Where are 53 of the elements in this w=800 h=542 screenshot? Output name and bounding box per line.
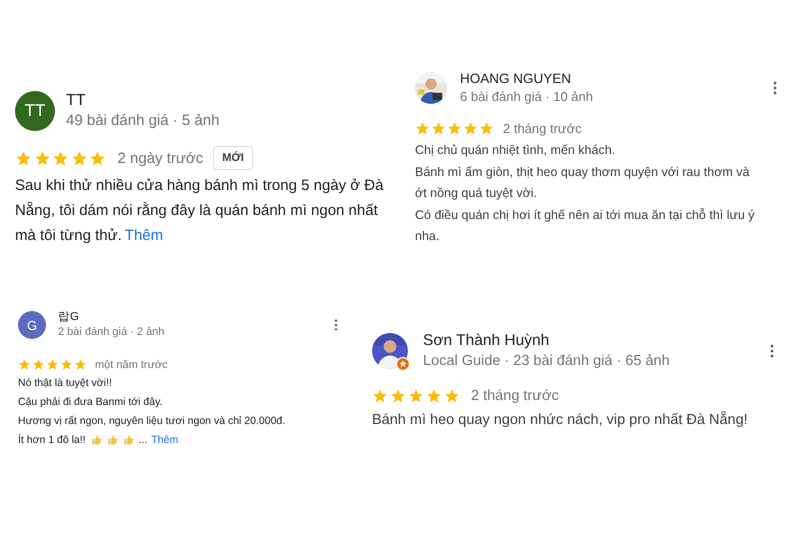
star-icon [34,150,50,166]
thumbs-up-icon [90,434,102,445]
avatar: G [18,311,46,339]
star-icon [32,358,45,371]
star-icon [415,121,430,136]
star-icon [479,121,494,136]
star-icon [463,121,478,136]
star-icon [74,358,87,371]
more-link[interactable]: Thêm [124,227,164,244]
review-text: Ít hơn 1 đô la!! [18,434,86,446]
reviewer-name[interactable]: HOANG NGUYEN [460,70,773,88]
review-date: 2 tháng trước [471,388,559,404]
star-icon [444,388,460,404]
review-text: Cậu phải đi đưa Banmi tới đây. [18,396,162,408]
more-link[interactable]: Thêm [151,434,178,446]
reviewer-stats: 6 bài đánh giá · 10 ảnh [460,88,594,106]
review-text: Sau khi thử nhiều cửa hàng bánh mì trong 5 ngày ở Đà Nẵng, tôi dám nói rằng đây là quán bánh mì ngon nhất mà tôi từng thử. Thêm [15,176,384,246]
review-text: Chị chủ quán nhiệt tình, mến khách. [415,142,616,159]
star-icon [52,150,69,166]
star-icon [390,388,406,404]
avatar: TT [15,90,55,130]
reviewer-stats: 49 bài đánh giá · 5 ảnh [66,111,220,131]
new-badge: MỚI [213,146,253,170]
more-options-icon[interactable] [773,81,777,95]
review-text: Nó thật là tuyệt vời!! [18,377,112,389]
review-date: 2 tháng trước [503,121,582,136]
reviewer-stats: 2 bài đánh giá · 2 ảnh [58,325,166,340]
star-icon [15,150,32,166]
review-text: Bánh mì ấm giòn, thịt heo quay thơm quyện với rau thơm và ớt nồng quá tuyệt vời. [415,164,750,202]
star-icon [372,388,388,404]
more-options-icon[interactable] [770,344,774,358]
reviewer-name[interactable]: 랍G [58,310,334,325]
more-options-icon[interactable] [334,319,338,331]
reviewer-stats: Local Guide · 23 bài đánh giá · 65 ảnh [423,352,671,371]
review-date: 2 ngày trước [118,150,204,166]
thumbs-up-icon [106,434,118,445]
star-icon [426,388,442,404]
star-icon [46,358,59,371]
review-date: một năm trước [95,358,168,370]
star-icon [70,150,88,166]
review-text: Có điều quán chị hơi ít ghế nên ai tới mua ăn tại chỗ thì lưu ý nha. [415,206,756,245]
ellipsis-text: ... [138,434,148,446]
star-icon [18,358,31,371]
star-icon [431,121,446,136]
star-icon [447,121,462,136]
star-icon [60,358,73,371]
review-text: Bánh mì heo quay ngon nhức nách, vip pro nhất Đà Nẵng! [372,412,748,428]
star-icon [408,388,424,404]
star-icon [89,150,106,166]
reviewer-name[interactable]: TT [66,90,400,111]
review-text: Hương vị rất ngon, nguyên liệu tươi ngon và chỉ 20.000đ. [18,415,286,427]
thumbs-up-icon [122,434,134,445]
reviewer-name[interactable]: Sơn Thành Huỳnh [423,330,770,351]
